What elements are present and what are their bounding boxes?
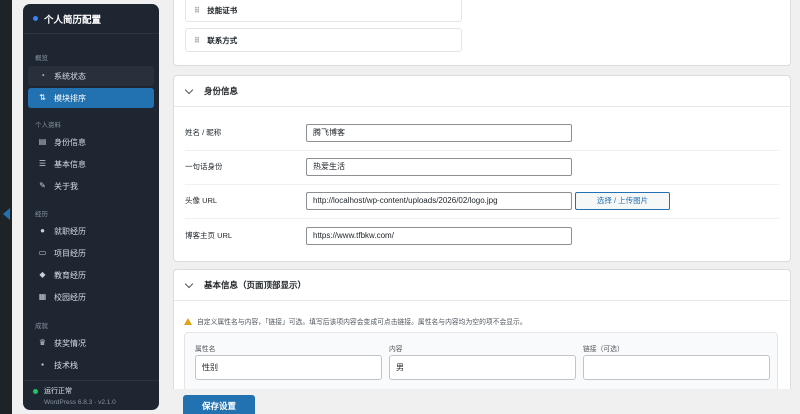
collapse-arrow-icon[interactable] — [3, 208, 10, 220]
sidebar-item-label: 就职经历 — [54, 226, 86, 236]
field-label: 姓名 / 昵称 — [185, 128, 222, 137]
drag-handle-icon[interactable]: ⠿ — [194, 6, 200, 15]
sidebar-item-label: 校园经历 — [54, 292, 86, 302]
basic-info-card-header[interactable]: 基本信息（页面顶部显示） — [174, 270, 790, 301]
field-row-avatar: 头像 URL http://localhost/wp-content/uploa… — [174, 184, 790, 217]
sidebar-item-label: 教育经历 — [54, 270, 86, 280]
sidebar-item-system-status[interactable]: ◔ 系统状态 — [28, 66, 154, 86]
sidebar-item-about[interactable]: ✎ 关于我 — [28, 176, 154, 196]
sidebar-item-label: 基本信息 — [54, 159, 86, 169]
sidebar-item-label: 项目经历 — [54, 248, 86, 258]
brand-dot-icon — [33, 16, 38, 21]
edit-icon: ✎ — [39, 181, 46, 190]
group-label-experience: 经历 — [35, 211, 48, 218]
sidebar-item-work[interactable]: ● 就职经历 — [28, 221, 154, 241]
sidebar-footer: 运行正常 WordPress 6.8.3 · v2.1.0 — [23, 380, 159, 410]
school-icon: ▦ — [38, 292, 47, 301]
sidebar-item-tech-stack[interactable]: ▪ 技术栈 — [28, 355, 154, 375]
warning-icon — [184, 317, 192, 325]
field-row-tagline: 一句话身份 热爱生活 — [174, 150, 790, 183]
sidebar-item-module-sort[interactable]: ⇅ 模块排序 — [28, 88, 154, 108]
notice: 自定义属性名与内容，「链接」可选。填写后该项内容会变成可点击链接。属性名与内容均… — [184, 316, 527, 326]
sidebar-item-label: 技术栈 — [54, 360, 78, 370]
sidebar: 个人简历配置 概览 ◔ 系统状态 ⇅ 模块排序 个人资料 ▤ 身份信息 ☰ 基本… — [23, 4, 159, 410]
name-input[interactable]: 腾飞博客 — [306, 123, 572, 142]
attribute-row: 属性名 内容 链接（可选） 性别 男 — [184, 332, 778, 392]
admin-menu-strip — [0, 0, 12, 414]
sidebar-item-basic-info[interactable]: ☰ 基本信息 — [28, 154, 154, 174]
field-row-name: 姓名 / 昵称 腾飞博客 — [174, 116, 790, 149]
sidebar-item-campus[interactable]: ▦ 校园经历 — [28, 287, 154, 307]
status-indicator: 运行正常 — [33, 386, 159, 396]
identity-card-header[interactable]: 身份信息 — [174, 76, 790, 107]
upload-image-button[interactable]: 选择 / 上传图片 — [575, 191, 670, 210]
attribute-content-input[interactable]: 男 — [389, 355, 576, 380]
module-sort-card: ⠿ 技能证书 ⠿ 联系方式 — [173, 0, 791, 66]
column-header-content: 内容 — [389, 346, 403, 353]
sidebar-item-label: 获奖情况 — [54, 338, 86, 348]
identity-card: 身份信息 姓名 / 昵称 腾飞博客 一句话身份 热爱生活 头像 URL http… — [173, 75, 791, 262]
sidebar-item-label: 模块排序 — [54, 93, 86, 103]
group-label-achievements: 成就 — [35, 323, 48, 330]
field-label: 博客主页 URL — [185, 231, 233, 240]
identity-title: 身份信息 — [204, 86, 239, 96]
column-header-link: 链接（可选） — [583, 346, 624, 353]
chevron-down-icon[interactable] — [184, 85, 194, 94]
save-settings-button[interactable]: 保存设置 — [183, 395, 255, 414]
sort-item-certificates[interactable]: ⠿ 技能证书 — [185, 0, 462, 22]
save-bar — [173, 389, 791, 414]
sort-item-contact[interactable]: ⠿ 联系方式 — [185, 28, 462, 52]
status-dot-icon — [33, 388, 38, 394]
sort-item-label: 技能证书 — [207, 5, 238, 15]
sidebar-brand: 个人简历配置 — [23, 4, 159, 34]
id-card-icon: ▤ — [38, 137, 47, 146]
sidebar-item-identity[interactable]: ▤ 身份信息 — [28, 132, 154, 152]
drag-handle-icon[interactable]: ⠿ — [194, 36, 200, 45]
attribute-name-input[interactable]: 性别 — [195, 355, 382, 380]
group-label-overview: 概览 — [35, 55, 48, 62]
tagline-input[interactable]: 热爱生活 — [306, 157, 572, 176]
status-text: 运行正常 — [44, 388, 72, 395]
basic-info-title: 基本信息（页面顶部显示） — [204, 280, 307, 290]
group-label-profile: 个人资料 — [35, 122, 61, 129]
sidebar-item-label: 关于我 — [54, 181, 78, 191]
sort-item-label: 联系方式 — [207, 35, 238, 45]
folder-icon: ▭ — [38, 248, 47, 257]
sidebar-item-projects[interactable]: ▭ 项目经历 — [28, 243, 154, 263]
grid-icon: ▪ — [41, 360, 44, 369]
chevron-down-icon[interactable] — [184, 279, 194, 288]
attribute-link-input[interactable] — [583, 355, 770, 380]
sidebar-title: 个人简历配置 — [44, 14, 102, 26]
sort-icon: ⇅ — [39, 93, 46, 102]
sidebar-item-label: 身份信息 — [54, 137, 86, 147]
sidebar-item-education[interactable]: ◆ 教育经历 — [28, 265, 154, 285]
graduation-icon: ◆ — [39, 270, 46, 279]
avatar-url-input[interactable]: http://localhost/wp-content/uploads/2026… — [306, 191, 572, 210]
notice-text: 自定义属性名与内容，「链接」可选。填写后该项内容会变成可点击链接。属性名与内容均… — [197, 319, 527, 326]
sidebar-item-label: 系统状态 — [54, 71, 86, 81]
list-icon: ☰ — [38, 159, 47, 168]
version-text: WordPress 6.8.3 · v2.1.0 — [44, 399, 116, 406]
field-label: 一句话身份 — [185, 162, 223, 171]
column-header-name: 属性名 — [195, 346, 216, 353]
sidebar-item-awards[interactable]: ♛ 获奖情况 — [28, 333, 154, 353]
user-icon: ● — [40, 226, 45, 235]
blog-url-input[interactable]: https://www.tfbkw.com/ — [306, 226, 572, 245]
field-row-blog-url: 博客主页 URL https://www.tfbkw.com/ — [174, 219, 790, 252]
field-label: 头像 URL — [185, 196, 218, 205]
award-icon: ♛ — [38, 338, 47, 347]
dashboard-icon: ◔ — [40, 71, 45, 80]
